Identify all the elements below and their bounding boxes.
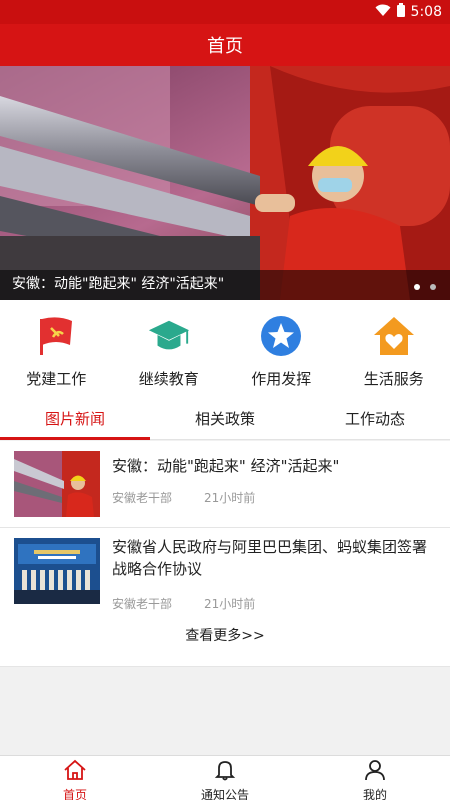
wifi-icon [375, 4, 391, 21]
nav-label: 我的 [362, 788, 387, 800]
carousel-indicator [414, 284, 436, 290]
divider [0, 666, 450, 667]
tab-work-updates[interactable]: 工作动态 [300, 398, 450, 439]
carousel-dot[interactable] [430, 284, 436, 290]
bottom-nav: 首页 通知公告 我的 [0, 755, 450, 800]
news-thumbnail [14, 538, 100, 604]
house-heart-icon [372, 314, 416, 358]
user-icon [364, 759, 386, 784]
quick-nav-education[interactable]: 继续教育 [113, 300, 226, 398]
nav-label: 通知公告 [200, 788, 249, 800]
carousel-dot[interactable] [414, 284, 420, 290]
nav-label: 首页 [62, 788, 87, 800]
news-thumbnail [14, 451, 100, 517]
home-icon [63, 759, 87, 784]
tab-picture-news[interactable]: 图片新闻 [0, 398, 150, 440]
news-tabs: 图片新闻 相关政策 工作动态 [0, 398, 450, 440]
news-source: 安徽老干部 [112, 491, 173, 505]
quick-nav-label: 生活服务 [363, 370, 424, 388]
banner-carousel[interactable]: 安徽：动能"跑起来" 经济"活起来" [0, 66, 450, 300]
quick-nav-label: 继续教育 [138, 370, 199, 388]
nav-home[interactable]: 首页 [0, 756, 150, 800]
nav-profile[interactable]: 我的 [300, 756, 450, 800]
header: 首页 [0, 24, 450, 66]
status-bar: 5:08 [0, 0, 450, 24]
nav-notices[interactable]: 通知公告 [150, 756, 300, 800]
quick-nav-role[interactable]: 作用发挥 [225, 300, 338, 398]
page-title: 首页 [207, 36, 243, 57]
quick-nav: 党建工作 继续教育 作用发挥 生活服务 [0, 300, 450, 398]
tab-related-policies[interactable]: 相关政策 [150, 398, 300, 439]
news-title: 安徽省人民政府与阿里巴巴集团、蚂蚁集团签署战略合作协议 [112, 538, 428, 578]
star-badge-icon [259, 314, 303, 358]
status-time: 5:08 [410, 4, 442, 20]
status-icons: 5:08 [375, 3, 442, 21]
news-meta: 安徽老干部 21小时前 [112, 595, 255, 612]
quick-nav-party-building[interactable]: 党建工作 [0, 300, 113, 398]
news-time: 21小时前 [204, 597, 256, 611]
news-list: 安徽：动能"跑起来" 经济"活起来" 安徽老干部 21小时前 安徽省人民政府与阿… [0, 441, 450, 667]
graduation-cap-icon [147, 314, 191, 358]
view-more-link[interactable]: 查看更多>> [0, 625, 450, 645]
quick-nav-label: 党建工作 [26, 370, 87, 388]
news-meta: 安徽老干部 21小时前 [112, 489, 255, 506]
news-item[interactable]: 安徽：动能"跑起来" 经济"活起来" 安徽老干部 21小时前 [0, 441, 450, 527]
banner-image [0, 66, 450, 300]
bell-icon [214, 759, 236, 784]
news-title: 安徽：动能"跑起来" 经济"活起来" [112, 457, 340, 475]
news-source: 安徽老干部 [112, 597, 173, 611]
banner-caption: 安徽：动能"跑起来" 经济"活起来" [12, 276, 225, 292]
quick-nav-life-service[interactable]: 生活服务 [338, 300, 450, 398]
party-flag-icon [34, 314, 78, 358]
news-time: 21小时前 [204, 491, 256, 505]
battery-icon [396, 3, 405, 21]
news-item[interactable]: 安徽省人民政府与阿里巴巴集团、蚂蚁集团签署战略合作协议 安徽老干部 21小时前 [0, 528, 450, 614]
quick-nav-label: 作用发挥 [251, 370, 312, 388]
